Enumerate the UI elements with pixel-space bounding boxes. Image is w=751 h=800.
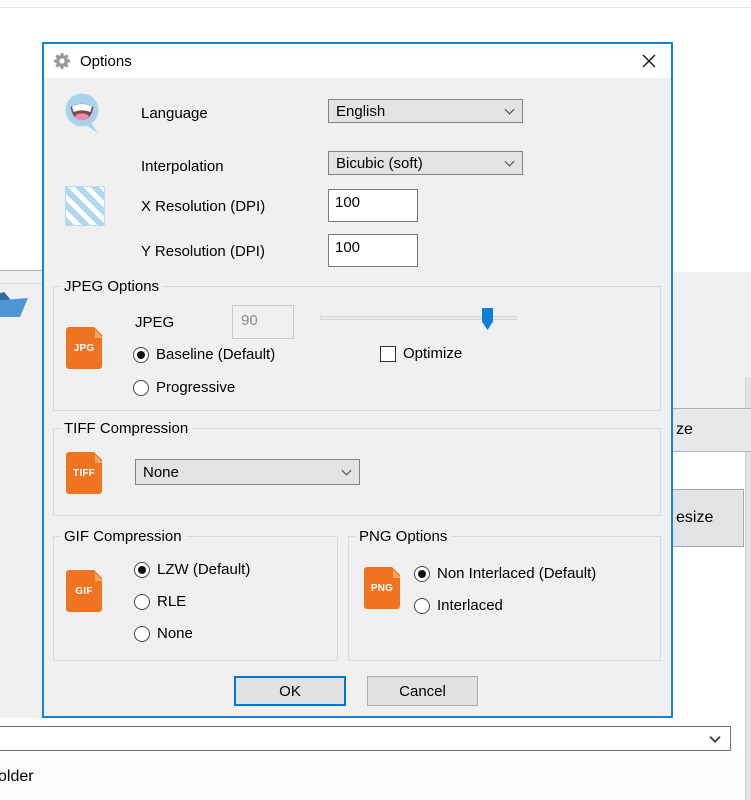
jpeg-quality-input: 90 bbox=[232, 305, 294, 339]
chevron-down-icon bbox=[709, 731, 720, 742]
background-panel bbox=[673, 272, 751, 408]
language-select[interactable]: English bbox=[328, 99, 523, 123]
screen: ze esize older Options bbox=[0, 0, 751, 800]
chevron-down-icon bbox=[342, 466, 352, 476]
gear-icon bbox=[53, 52, 71, 70]
checkbox-optimize-label: Optimize bbox=[403, 345, 462, 362]
ok-button[interactable]: OK bbox=[234, 676, 346, 706]
gif-icon-text: GIF bbox=[75, 586, 92, 597]
tiff-group-label: TIFF Compression bbox=[60, 420, 192, 437]
tiff-file-icon: TIFF bbox=[66, 452, 102, 494]
radio-gif-none-circle bbox=[134, 626, 150, 642]
striped-square-icon bbox=[65, 186, 105, 226]
jpeg-group-label: JPEG Options bbox=[60, 278, 163, 295]
gif-file-icon: GIF bbox=[66, 570, 102, 612]
chevron-down-icon bbox=[505, 157, 515, 167]
y-resolution-label: Y Resolution (DPI) bbox=[141, 243, 265, 260]
options-dialog: Options Language English Interpolation B… bbox=[42, 42, 673, 718]
jpg-icon-text: JPG bbox=[74, 343, 95, 354]
radio-non-interlaced-label: Non Interlaced (Default) bbox=[437, 565, 596, 582]
chevron-down-icon bbox=[505, 105, 515, 115]
radio-gif-none-label: None bbox=[157, 625, 193, 642]
checkbox-optimize-box bbox=[380, 346, 396, 362]
speech-bubble-icon bbox=[61, 91, 107, 137]
radio-progressive-circle bbox=[133, 380, 149, 396]
background-toolbar-line bbox=[0, 283, 44, 284]
dialog-title: Options bbox=[80, 53, 132, 70]
gif-compression-group: GIF Compression GIF LZW (Default) RLE No… bbox=[53, 536, 338, 661]
jpeg-options-group: JPEG Options JPG JPEG 90 Baseline (Defau… bbox=[53, 286, 661, 411]
x-resolution-input[interactable]: 100 bbox=[328, 189, 418, 222]
jpeg-field-label: JPEG bbox=[135, 314, 174, 331]
close-icon[interactable] bbox=[638, 50, 660, 72]
jpeg-quality-slider-thumb[interactable] bbox=[482, 308, 493, 330]
png-group-label: PNG Options bbox=[355, 528, 451, 545]
partial-folder-text: older bbox=[0, 768, 34, 786]
jpg-file-icon: JPG bbox=[66, 327, 102, 369]
language-label: Language bbox=[141, 105, 208, 122]
language-selected-value: English bbox=[336, 103, 385, 120]
folder-icon[interactable] bbox=[0, 287, 30, 328]
interpolation-select[interactable]: Bicubic (soft) bbox=[328, 151, 523, 175]
background-combobox[interactable] bbox=[0, 726, 731, 751]
dialog-titlebar: Options bbox=[44, 44, 671, 78]
radio-lzw-circle bbox=[134, 562, 150, 578]
interpolation-label: Interpolation bbox=[141, 158, 224, 175]
radio-interlaced[interactable]: Interlaced bbox=[414, 597, 503, 614]
radio-interlaced-circle bbox=[414, 598, 430, 614]
interpolation-selected-value: Bicubic (soft) bbox=[336, 155, 423, 172]
png-options-group: PNG Options PNG Non Interlaced (Default)… bbox=[348, 536, 661, 661]
background-toolbar bbox=[0, 270, 44, 718]
radio-baseline-label: Baseline (Default) bbox=[156, 346, 275, 363]
radio-non-interlaced-circle bbox=[414, 566, 430, 582]
radio-rle-label: RLE bbox=[157, 593, 186, 610]
radio-gif-none[interactable]: None bbox=[134, 625, 193, 642]
tiff-compression-group: TIFF Compression TIFF None bbox=[53, 428, 661, 516]
radio-non-interlaced[interactable]: Non Interlaced (Default) bbox=[414, 565, 596, 582]
tiff-icon-text: TIFF bbox=[73, 468, 95, 479]
radio-progressive-label: Progressive bbox=[156, 379, 235, 396]
radio-baseline-circle bbox=[133, 347, 149, 363]
cancel-button[interactable]: Cancel bbox=[367, 676, 478, 706]
gif-group-label: GIF Compression bbox=[60, 528, 186, 545]
y-resolution-input[interactable]: 100 bbox=[328, 234, 418, 267]
tiff-compression-select[interactable]: None bbox=[135, 459, 360, 485]
radio-lzw[interactable]: LZW (Default) bbox=[134, 561, 250, 578]
radio-rle-circle bbox=[134, 594, 150, 610]
png-file-icon: PNG bbox=[364, 567, 400, 609]
radio-rle[interactable]: RLE bbox=[134, 593, 186, 610]
background-bottom-area bbox=[0, 752, 745, 800]
tiff-selected-value: None bbox=[143, 464, 179, 481]
png-icon-text: PNG bbox=[371, 583, 393, 594]
radio-lzw-label: LZW (Default) bbox=[157, 561, 250, 578]
radio-progressive[interactable]: Progressive bbox=[133, 379, 235, 396]
x-resolution-label: X Resolution (DPI) bbox=[141, 198, 265, 215]
background-divider bbox=[0, 7, 751, 8]
radio-baseline[interactable]: Baseline (Default) bbox=[133, 346, 275, 363]
checkbox-optimize[interactable]: Optimize bbox=[380, 345, 462, 362]
radio-interlaced-label: Interlaced bbox=[437, 597, 503, 614]
